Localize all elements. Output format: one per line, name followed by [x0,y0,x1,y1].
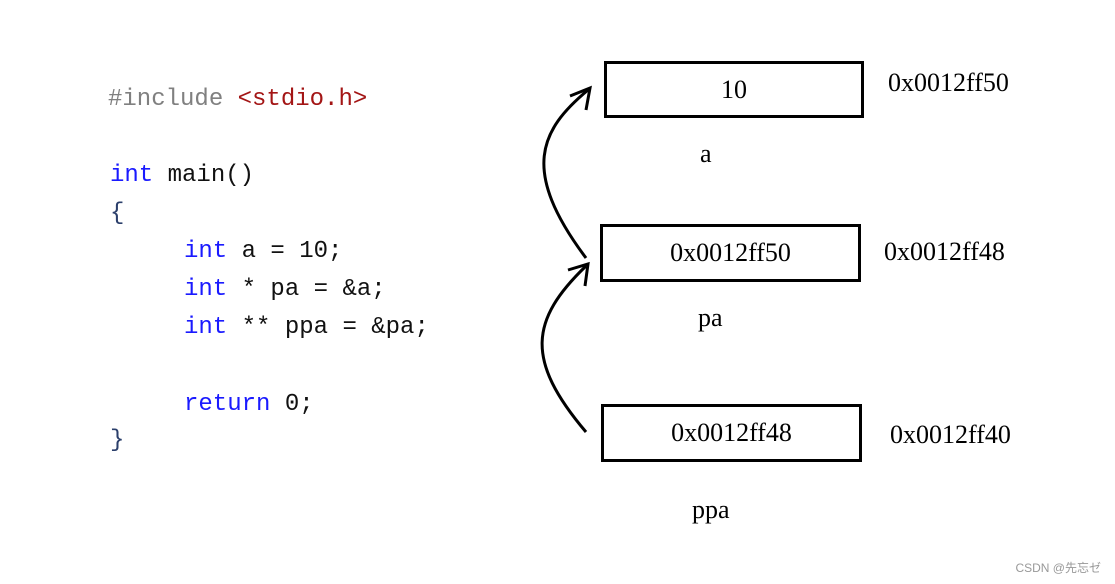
arrow-pa-to-a [542,88,589,259]
arrow-ppa-to-pa [540,264,588,433]
watermark: CSDN @先忘ゼ [1015,561,1101,575]
pointer-diagram: #include <stdio.h> int main() { int a = … [0,0,1115,584]
arrows [540,85,592,433]
